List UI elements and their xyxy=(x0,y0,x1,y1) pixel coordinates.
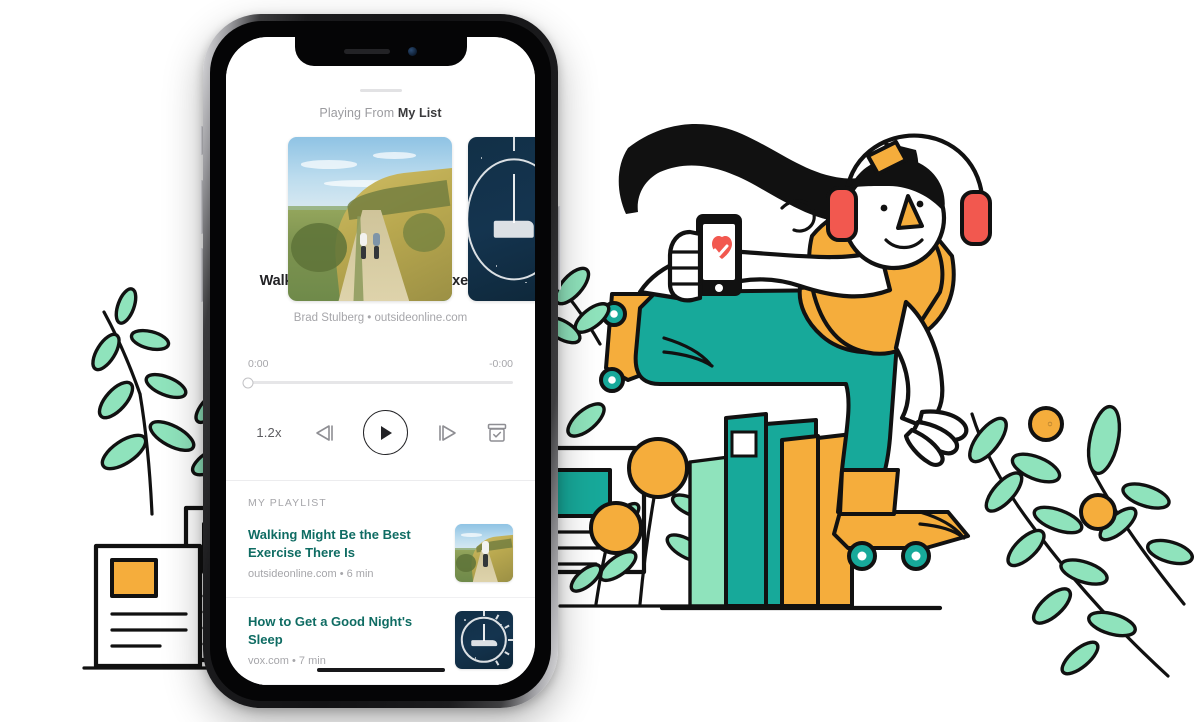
volume-up-button[interactable] xyxy=(200,180,203,234)
track-byline: Brad Stulberg • outsideonline.com xyxy=(293,312,468,325)
archive-button[interactable] xyxy=(485,421,509,445)
sheet-grabber-handle[interactable] xyxy=(359,89,402,93)
playlist-heading: MY PLAYLIST xyxy=(248,496,327,509)
elapsed-time: 0:00 xyxy=(248,358,269,371)
volume-down-button[interactable] xyxy=(200,248,203,302)
list-item-title[interactable]: Walking Might Be the Best Exercise There… xyxy=(248,526,443,563)
playback-controls: 1.2x xyxy=(226,410,535,456)
home-indicator[interactable] xyxy=(316,667,445,672)
artwork-carousel[interactable] xyxy=(226,137,535,302)
phone-bezel: Playing From My List Walking Brad Stulbe… xyxy=(210,21,551,701)
audio-player-app: Playing From My List Walking Brad Stulbe… xyxy=(226,37,535,685)
play-icon xyxy=(380,425,392,440)
night-clock-illustration xyxy=(455,610,513,669)
now-playing-artwork[interactable] xyxy=(288,137,452,302)
iphone-device: Playing From My List Walking Brad Stulbe… xyxy=(200,14,561,708)
playing-from-source[interactable]: My List xyxy=(398,106,442,120)
archive-check-icon xyxy=(487,423,507,442)
next-track-button[interactable] xyxy=(436,423,458,443)
list-item-meta: vox.com • 7 min xyxy=(248,654,326,667)
list-item-text: How to Get a Good Night's Sleep vox.com … xyxy=(248,613,443,667)
hero-screenshot: .ln { fill:none; stroke:#111; stroke-wid… xyxy=(0,0,1200,722)
list-item-thumbnail[interactable] xyxy=(455,610,513,669)
next-artwork[interactable] xyxy=(468,137,535,302)
playback-speed-button[interactable]: 1.2x xyxy=(252,425,286,440)
night-clock-illustration xyxy=(468,137,535,302)
notch xyxy=(294,37,467,66)
list-item-meta: outsideonline.com • 6 min xyxy=(248,567,374,580)
earpiece-speaker xyxy=(344,49,390,54)
progress-section: 0:00 -0:00 xyxy=(242,358,513,389)
held-phone-with-heart xyxy=(667,214,742,303)
front-camera-icon xyxy=(408,47,417,56)
previous-track-button[interactable] xyxy=(314,423,336,443)
progress-slider[interactable] xyxy=(242,377,513,389)
list-item-title[interactable]: How to Get a Good Night's Sleep xyxy=(248,613,443,650)
list-item-text: Walking Might Be the Best Exercise There… xyxy=(248,526,443,580)
play-button[interactable] xyxy=(363,410,408,456)
playing-from-label: Playing From My List xyxy=(226,106,535,120)
silent-switch[interactable] xyxy=(200,126,203,155)
playing-from-prefix: Playing From xyxy=(319,106,395,121)
power-button[interactable] xyxy=(558,206,561,290)
progress-times: 0:00 -0:00 xyxy=(248,358,513,370)
list-item-thumbnail[interactable] xyxy=(455,523,513,582)
hill-walk-photo xyxy=(288,137,452,302)
remaining-time: -0:00 xyxy=(489,358,513,371)
background-illustration: .ln { fill:none; stroke:#111; stroke-wid… xyxy=(0,0,1200,722)
hill-walk-photo xyxy=(455,523,513,582)
phone-screen: Playing From My List Walking Brad Stulbe… xyxy=(226,37,535,685)
progress-knob[interactable] xyxy=(242,377,254,389)
list-item[interactable]: Walking Might Be the Best Exercise There… xyxy=(226,511,535,598)
